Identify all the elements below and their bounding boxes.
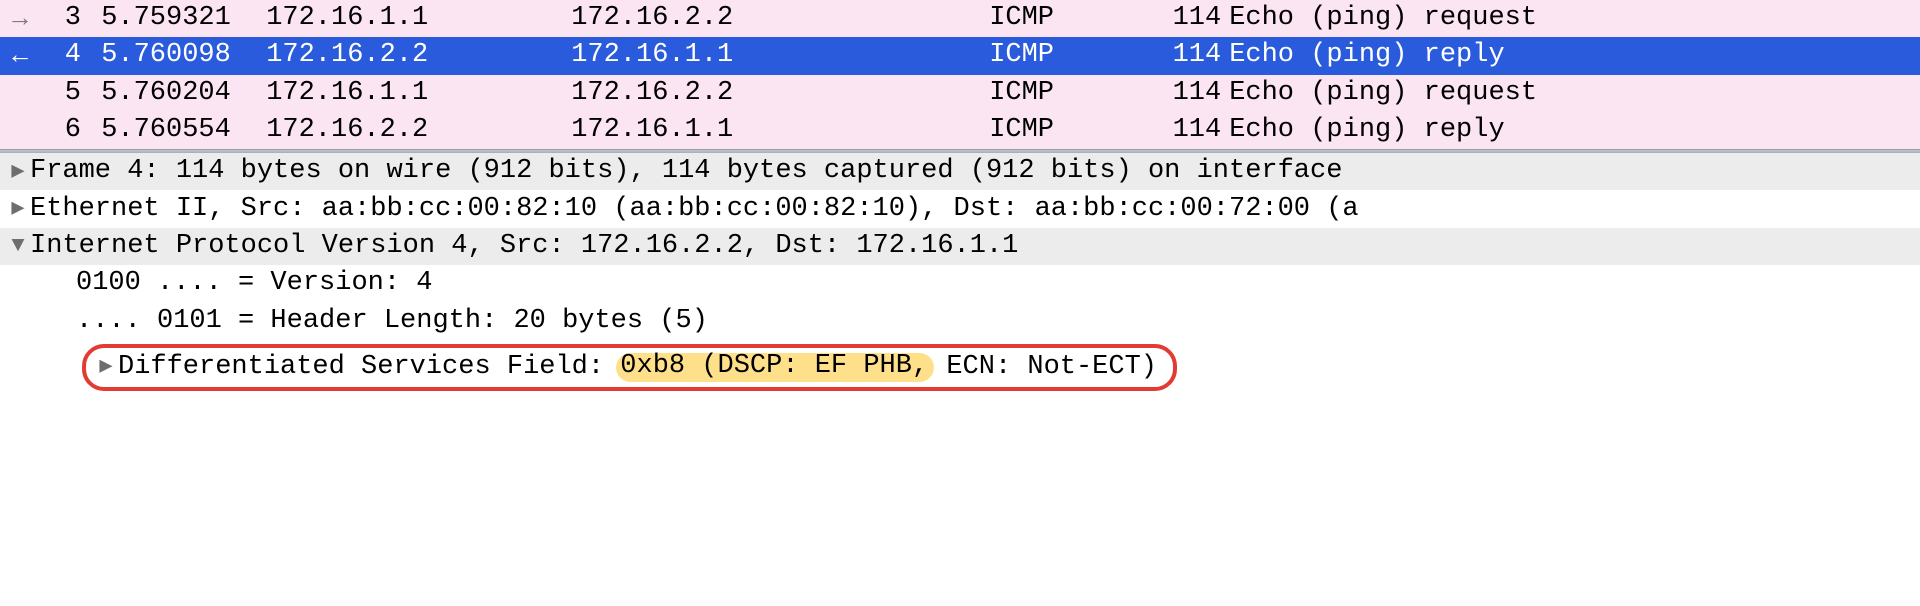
packet-protocol: ICMP	[989, 80, 1144, 107]
arrow-left-icon	[0, 43, 40, 69]
packet-info: Echo (ping) reply	[1229, 117, 1920, 144]
packet-time: 5.759321	[101, 5, 266, 32]
packet-info: Echo (ping) reply	[1229, 42, 1920, 69]
dsfield-label-suffix: ECN: Not-ECT)	[930, 354, 1157, 381]
packet-source: 172.16.2.2	[266, 117, 571, 144]
packet-length: 114	[1144, 80, 1229, 107]
arrow-right-icon	[0, 6, 40, 32]
packet-details-pane: Frame 4: 114 bytes on wire (912 bits), 1…	[0, 153, 1920, 414]
ipv4-summary: Internet Protocol Version 4, Src: 172.16…	[30, 233, 1018, 260]
packet-source: 172.16.1.1	[266, 5, 571, 32]
packet-source: 172.16.2.2	[266, 42, 571, 69]
disclosure-triangle-down-icon[interactable]	[6, 235, 30, 257]
packet-protocol: ICMP	[989, 42, 1144, 69]
packet-length: 114	[1144, 5, 1229, 32]
disclosure-triangle-icon[interactable]	[94, 356, 118, 378]
packet-time: 5.760204	[101, 80, 266, 107]
packet-protocol: ICMP	[989, 5, 1144, 32]
dsfield-highlight-box: Differentiated Services Field: 0xb8 (DSC…	[82, 344, 1177, 391]
ethernet-summary: Ethernet II, Src: aa:bb:cc:00:82:10 (aa:…	[30, 196, 1359, 223]
disclosure-triangle-icon[interactable]	[6, 161, 30, 183]
tree-row-frame[interactable]: Frame 4: 114 bytes on wire (912 bits), 1…	[0, 153, 1920, 190]
dsfield-label-prefix: Differentiated Services Field:	[118, 354, 620, 381]
packet-number: 3	[40, 5, 85, 32]
frame-summary: Frame 4: 114 bytes on wire (912 bits), 1…	[30, 158, 1342, 185]
packet-destination: 172.16.1.1	[571, 42, 989, 69]
packet-destination: 172.16.1.1	[571, 117, 989, 144]
tree-row-ip-header-length[interactable]: .... 0101 = Header Length: 20 bytes (5)	[0, 302, 1920, 339]
packet-number: 4	[40, 42, 85, 69]
packet-row[interactable]: 6 5.760554 172.16.2.2 172.16.1.1 ICMP 11…	[0, 112, 1920, 149]
packet-number: 6	[40, 117, 85, 144]
packet-length: 114	[1144, 42, 1229, 69]
packet-source: 172.16.1.1	[266, 80, 571, 107]
tree-row-ethernet[interactable]: Ethernet II, Src: aa:bb:cc:00:82:10 (aa:…	[0, 190, 1920, 227]
packet-row[interactable]: 5 5.760204 172.16.1.1 172.16.2.2 ICMP 11…	[0, 75, 1920, 112]
packet-list-pane: 3 5.759321 172.16.1.1 172.16.2.2 ICMP 11…	[0, 0, 1920, 149]
packet-row[interactable]: 3 5.759321 172.16.1.1 172.16.2.2 ICMP 11…	[0, 0, 1920, 37]
ip-version-field: 0100 .... = Version: 4	[76, 270, 432, 297]
packet-protocol: ICMP	[989, 117, 1144, 144]
tree-row-dsfield[interactable]: Differentiated Services Field: 0xb8 (DSC…	[94, 348, 1157, 387]
packet-number: 5	[40, 80, 85, 107]
disclosure-triangle-icon[interactable]	[6, 198, 30, 220]
packet-destination: 172.16.2.2	[571, 5, 989, 32]
packet-info: Echo (ping) request	[1229, 80, 1920, 107]
tree-row-ip-version[interactable]: 0100 .... = Version: 4	[0, 265, 1920, 302]
packet-info: Echo (ping) request	[1229, 5, 1920, 32]
packet-destination: 172.16.2.2	[571, 80, 989, 107]
packet-time: 5.760554	[101, 117, 266, 144]
tree-row-ipv4[interactable]: Internet Protocol Version 4, Src: 172.16…	[0, 228, 1920, 265]
ip-header-length-field: .... 0101 = Header Length: 20 bytes (5)	[76, 308, 708, 335]
packet-length: 114	[1144, 117, 1229, 144]
packet-row-selected[interactable]: 4 5.760098 172.16.2.2 172.16.1.1 ICMP 11…	[0, 37, 1920, 74]
dsfield-highlight: 0xb8 (DSCP: EF PHB,	[616, 353, 934, 382]
packet-time: 5.760098	[101, 42, 266, 69]
cropped-area	[0, 393, 1920, 415]
